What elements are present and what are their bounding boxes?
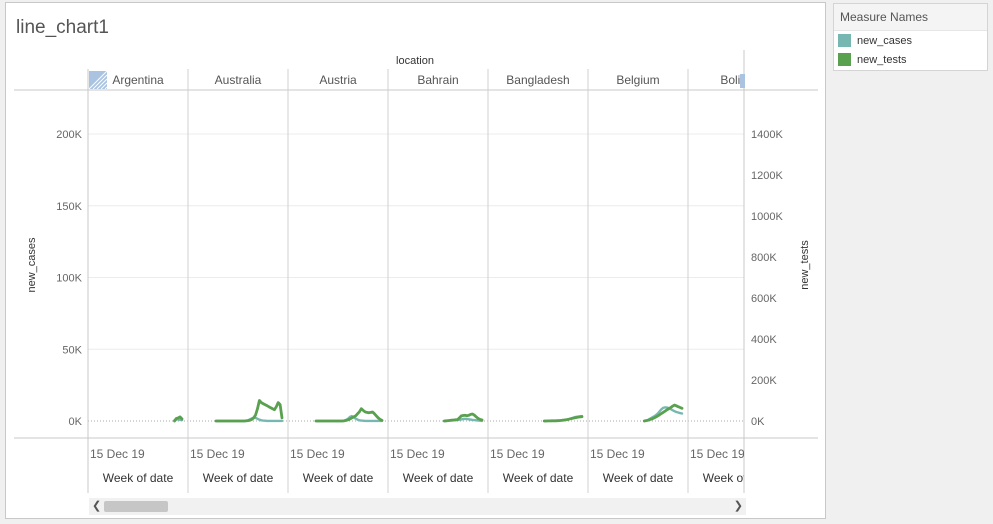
pane-header: Bolivia	[720, 73, 756, 87]
legend: Measure Names new_cases new_tests	[833, 3, 988, 71]
y-right-tick-label: 800K	[751, 252, 777, 264]
pane-header: Belgium	[616, 73, 659, 87]
y-axis-left-label: new_cases	[26, 237, 38, 293]
x-tick-label: 15 Dec 19	[590, 447, 645, 461]
x-axis-label: Week of date	[403, 471, 474, 485]
y-right-tick-label: 1400K	[751, 129, 783, 141]
x-axis-label: Week of date	[203, 471, 274, 485]
y-left-tick-label: 200K	[56, 129, 82, 141]
series-line-new_tests	[542, 415, 584, 423]
legend-item-label: new_tests	[857, 53, 907, 66]
legend-item-label: new_cases	[857, 34, 913, 47]
x-axis-label: Week of date	[603, 471, 674, 485]
pane-group: Argentina 15 Dec 19 Week of date Australia 1…	[90, 69, 774, 493]
chart-view: line_chart1 location new_cases new_tests…	[5, 2, 826, 519]
y-right-tick-label: 0K	[751, 416, 765, 428]
y-right-tick-label: 1200K	[751, 170, 783, 182]
horizontal-scrollbar[interactable]: ❮ ❯	[89, 498, 746, 515]
y-left-tick-label: 50K	[62, 344, 82, 356]
x-tick-label: 15 Dec 19	[190, 447, 245, 461]
pane-header: Bangladesh	[506, 73, 569, 87]
series-line-new_tests	[214, 399, 284, 423]
x-axis-label: Week of date	[303, 471, 374, 485]
x-tick-label: 15 Dec 19	[390, 447, 445, 461]
y-right-tick-label: 1000K	[751, 211, 783, 223]
pane-header: Argentina	[112, 73, 164, 87]
y-left-tick-label: 0K	[69, 416, 83, 428]
chart-canvas: location new_cases new_tests Argentina 15…	[14, 50, 818, 493]
sort-indicator-icon	[88, 70, 108, 90]
x-tick-label: 15 Dec 19	[290, 447, 345, 461]
x-tick-label: 15 Dec 19	[490, 447, 545, 461]
scroll-right-icon[interactable]: ❯	[734, 499, 743, 512]
y-right-tick-label: 200K	[751, 375, 777, 387]
pane-header: Bahrain	[417, 73, 458, 87]
legend-swatch	[838, 53, 851, 66]
y-left-tick-label: 150K	[56, 201, 82, 213]
pane-header: Austria	[319, 73, 357, 87]
x-tick-label: 15 Dec 19	[690, 447, 745, 461]
legend-item-new-tests[interactable]: new_tests	[834, 50, 987, 69]
y-right-tick-label: 400K	[751, 334, 777, 346]
x-tick-label: 15 Dec 19	[90, 447, 145, 461]
legend-item-new-cases[interactable]: new_cases	[834, 31, 987, 50]
y-left-tick-label: 100K	[56, 273, 82, 285]
legend-swatch	[838, 34, 851, 47]
x-axis-label: Week of date	[703, 471, 774, 485]
y-right-tick-label: 600K	[751, 293, 777, 305]
y-axis-right-label: new_tests	[799, 240, 811, 290]
scroll-left-icon[interactable]: ❮	[92, 499, 101, 512]
header-scroll-marker	[740, 74, 745, 88]
x-axis-label: Week of date	[103, 471, 174, 485]
scrollbar-thumb[interactable]	[104, 501, 168, 512]
column-header-label: location	[396, 55, 434, 67]
pane-header: Australia	[215, 73, 262, 87]
legend-title: Measure Names	[834, 4, 987, 31]
series-line-new_tests	[314, 407, 384, 423]
x-axis-label: Week of date	[503, 471, 574, 485]
